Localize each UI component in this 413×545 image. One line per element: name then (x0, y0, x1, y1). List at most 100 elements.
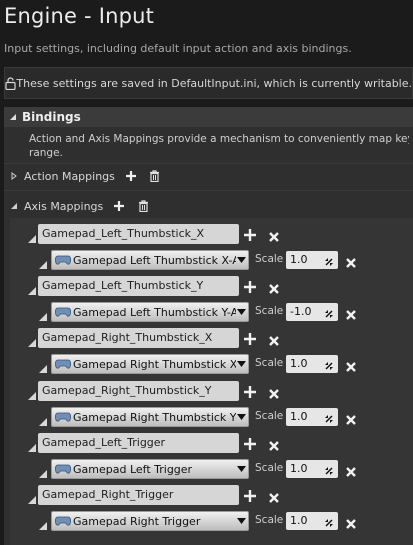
gamepad-icon (55, 411, 71, 423)
scale-value: 1.0 (290, 514, 308, 527)
collapse-triangle-icon[interactable] (27, 281, 37, 295)
gamepad-icon (55, 515, 71, 527)
action-mappings-header[interactable]: Action Mappings (10, 166, 171, 186)
plus-icon[interactable] (243, 436, 257, 450)
divider (4, 163, 413, 164)
bindings-description-line1: Action and Axis Mappings provide a mecha… (29, 133, 409, 145)
axis-mappings-label: Axis Mappings (24, 199, 104, 213)
collapse-triangle-icon[interactable] (38, 307, 48, 321)
close-icon[interactable] (268, 437, 282, 451)
collapse-triangle-icon[interactable] (38, 359, 48, 373)
close-icon[interactable] (345, 515, 357, 529)
key-selector-label: Gamepad Left Thumbstick X-Axis (73, 253, 236, 267)
key-selector[interactable]: Gamepad Right Thumbstick Y-Axis (51, 407, 249, 427)
close-icon[interactable] (268, 332, 282, 346)
page-subtitle: Input settings, including default input … (4, 42, 352, 55)
expand-triangle-icon[interactable] (10, 172, 20, 180)
collapse-triangle-icon[interactable] (27, 490, 37, 504)
plus-icon[interactable] (123, 168, 139, 184)
scale-label: Scale (255, 253, 284, 265)
bindings-section-header[interactable]: Bindings (4, 107, 413, 127)
scale-value: 1.0 (290, 357, 308, 370)
gamepad-icon (55, 358, 71, 370)
spin-arrows-icon[interactable] (324, 464, 334, 475)
axis-name-field[interactable]: Gamepad_Left_Trigger (38, 433, 239, 453)
key-selector[interactable]: Gamepad Left Thumbstick X-Axis (51, 250, 249, 270)
collapse-triangle-icon[interactable] (27, 386, 37, 400)
scale-field[interactable]: 1.0 (286, 408, 338, 426)
settings-notice: These settings are saved in DefaultInput… (4, 67, 413, 99)
trash-icon[interactable] (135, 198, 151, 214)
scale-label: Scale (255, 305, 284, 317)
close-icon[interactable] (268, 280, 282, 294)
collapse-triangle-icon[interactable] (27, 333, 37, 347)
collapse-triangle-icon[interactable] (38, 464, 48, 478)
close-icon[interactable] (268, 385, 282, 399)
trash-icon[interactable] (147, 168, 163, 184)
collapse-triangle-icon[interactable] (27, 229, 37, 243)
close-icon[interactable] (345, 358, 357, 372)
scale-value: 1.0 (290, 253, 308, 266)
plus-icon[interactable] (243, 227, 257, 241)
chevron-down-icon (236, 512, 246, 530)
axis-name-field[interactable]: Gamepad_Right_Thumbstick_Y (38, 381, 239, 401)
collapse-triangle-icon (4, 113, 22, 121)
key-selector-label: Gamepad Right Trigger (73, 514, 201, 528)
key-selector[interactable]: Gamepad Left Trigger (51, 459, 249, 479)
chevron-down-icon (236, 460, 246, 478)
collapse-triangle-icon[interactable] (38, 255, 48, 269)
scale-field[interactable]: 1.0 (286, 251, 338, 269)
plus-icon[interactable] (243, 331, 257, 345)
spin-arrows-icon[interactable] (324, 516, 334, 527)
scale-label: Scale (255, 462, 284, 474)
scale-label: Scale (255, 357, 284, 369)
collapse-triangle-icon[interactable] (38, 516, 48, 530)
scale-value: -1.0 (290, 305, 312, 318)
collapse-triangle-icon[interactable] (27, 438, 37, 452)
spin-arrows-icon[interactable] (324, 307, 334, 318)
close-icon[interactable] (268, 228, 282, 242)
scale-value: 1.0 (290, 462, 308, 475)
key-selector-label: Gamepad Right Thumbstick Y-Axis (73, 410, 236, 424)
axis-name-field[interactable]: Gamepad_Right_Thumbstick_X (38, 328, 239, 348)
chevron-down-icon (236, 408, 246, 426)
close-icon[interactable] (345, 254, 357, 268)
close-icon[interactable] (345, 306, 357, 320)
chevron-down-icon (236, 355, 246, 373)
bindings-header-label: Bindings (22, 110, 81, 124)
key-selector[interactable]: Gamepad Right Trigger (51, 511, 249, 531)
scale-field[interactable]: 1.0 (286, 512, 338, 530)
key-selector-label: Gamepad Right Thumbstick X-Axis (73, 357, 236, 371)
axis-mappings-header[interactable]: Axis Mappings (10, 196, 159, 216)
plus-icon[interactable] (111, 198, 127, 214)
page-title: Engine - Input (4, 4, 155, 28)
key-selector-label: Gamepad Left Thumbstick Y-Axis (73, 305, 236, 319)
collapse-triangle-icon[interactable] (10, 202, 20, 210)
close-icon[interactable] (345, 411, 357, 425)
scale-label: Scale (255, 514, 284, 526)
divider (4, 190, 413, 191)
scale-field[interactable]: 1.0 (286, 355, 338, 373)
plus-icon[interactable] (243, 384, 257, 398)
bindings-description: Action and Axis Mappings provide a mecha… (29, 132, 409, 160)
key-selector[interactable]: Gamepad Left Thumbstick Y-Axis (51, 302, 249, 322)
plus-icon[interactable] (243, 488, 257, 502)
key-selector[interactable]: Gamepad Right Thumbstick X-Axis (51, 354, 249, 374)
close-icon[interactable] (268, 489, 282, 503)
spin-arrows-icon[interactable] (324, 412, 334, 423)
axis-name-field[interactable]: Gamepad_Left_Thumbstick_Y (38, 276, 239, 296)
spin-arrows-icon[interactable] (324, 255, 334, 266)
action-mappings-label: Action Mappings (24, 169, 115, 183)
scale-field[interactable]: 1.0 (286, 460, 338, 478)
key-selector-label: Gamepad Left Trigger (73, 462, 193, 476)
axis-name-field[interactable]: Gamepad_Left_Thumbstick_X (38, 224, 239, 244)
spin-arrows-icon[interactable] (324, 359, 334, 370)
notice-message: These settings are saved in DefaultInput… (16, 76, 412, 90)
plus-icon[interactable] (243, 279, 257, 293)
axis-name-field[interactable]: Gamepad_Right_Trigger (38, 485, 239, 505)
scale-field[interactable]: -1.0 (286, 303, 338, 321)
scale-value: 1.0 (290, 410, 308, 423)
scale-label: Scale (255, 410, 284, 422)
collapse-triangle-icon[interactable] (38, 412, 48, 426)
close-icon[interactable] (345, 463, 357, 477)
